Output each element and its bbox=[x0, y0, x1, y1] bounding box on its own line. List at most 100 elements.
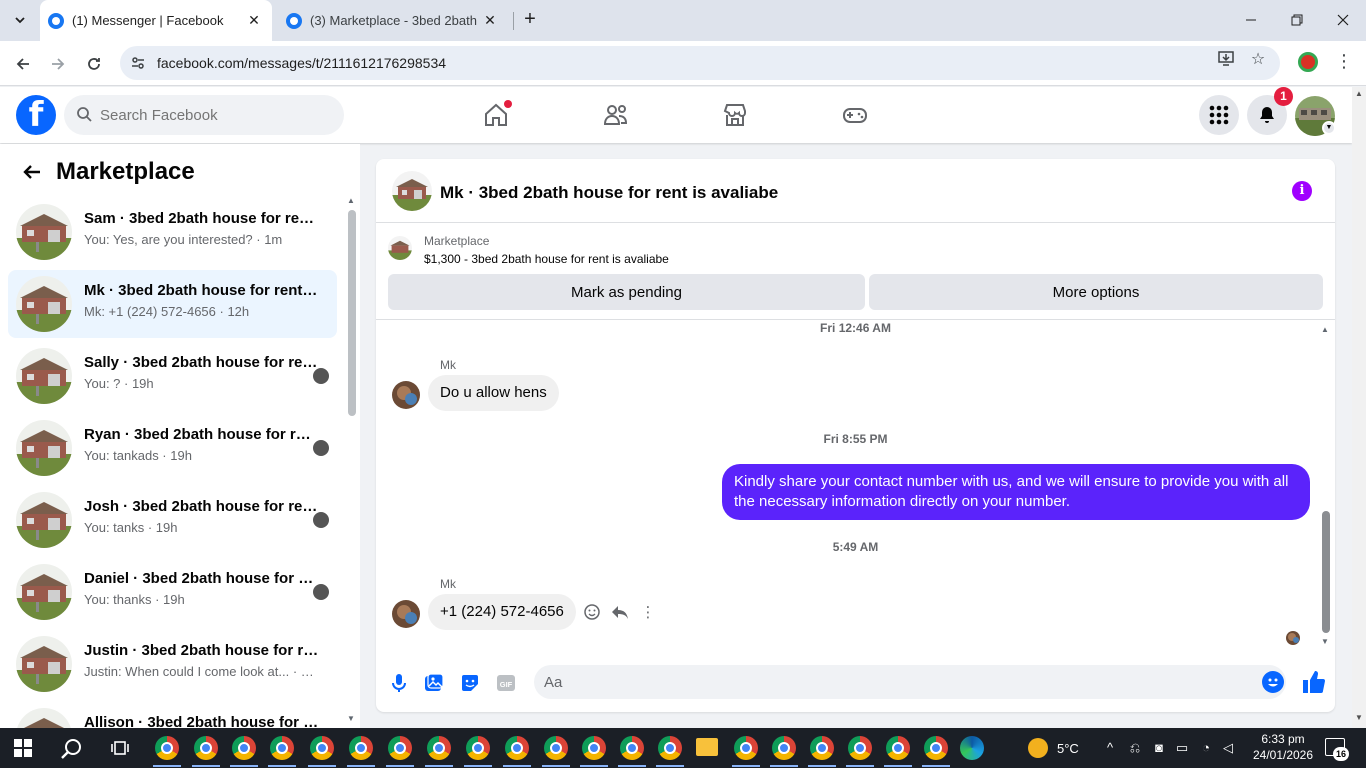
url-bar[interactable]: facebook.com/messages/t/2111612176298534 bbox=[120, 46, 1280, 80]
scrollbar-thumb[interactable] bbox=[1322, 511, 1330, 633]
react-emoji-icon[interactable] bbox=[583, 603, 601, 621]
site-settings-icon[interactable] bbox=[130, 55, 146, 71]
usb-icon[interactable]: ⎌ bbox=[1127, 740, 1143, 756]
chrome-profile-icon[interactable] bbox=[349, 736, 373, 760]
menu-button[interactable] bbox=[1199, 95, 1239, 135]
facebook-logo-icon[interactable]: f bbox=[16, 95, 56, 135]
outgoing-message[interactable]: Kindly share your contact number with us… bbox=[722, 464, 1310, 520]
more-options-button[interactable]: More options bbox=[869, 274, 1323, 310]
bookmark-star-icon[interactable]: ☆ bbox=[1248, 49, 1268, 69]
mark-as-pending-button[interactable]: Mark as pending bbox=[388, 274, 865, 310]
conversation-item[interactable]: Allison · 3bed 2bath house for rent is a… bbox=[8, 702, 337, 728]
task-view-icon[interactable] bbox=[110, 738, 130, 758]
facebook-search[interactable] bbox=[64, 95, 344, 135]
browser-profile-avatar[interactable] bbox=[1298, 52, 1318, 72]
new-tab-button[interactable]: + bbox=[518, 8, 542, 32]
conversation-item[interactable]: Justin · 3bed 2bath house for rent is av… bbox=[8, 630, 337, 698]
marketplace-icon[interactable] bbox=[721, 101, 749, 129]
sidebar-scrollbar[interactable]: ▲ ▼ bbox=[346, 196, 356, 726]
chevron-down-icon[interactable]: ▼ bbox=[1322, 121, 1336, 135]
chrome-profile-icon[interactable] bbox=[886, 736, 910, 760]
chrome-profile-icon[interactable] bbox=[544, 736, 568, 760]
chrome-profile-icon[interactable] bbox=[232, 736, 256, 760]
more-actions-icon[interactable]: ⋮ bbox=[639, 603, 657, 621]
conversation-item[interactable]: Daniel · 3bed 2bath house for rent is av… bbox=[8, 558, 337, 626]
chrome-profile-icon[interactable] bbox=[155, 736, 179, 760]
wifi-icon[interactable]: ◔ bbox=[1198, 740, 1214, 756]
chrome-profile-icon[interactable] bbox=[810, 736, 834, 760]
close-icon[interactable]: ✕ bbox=[480, 11, 500, 31]
search-input[interactable] bbox=[100, 95, 330, 135]
forward-button[interactable] bbox=[43, 49, 73, 79]
incoming-message[interactable]: Do u allow hens bbox=[428, 375, 559, 411]
minimize-button[interactable] bbox=[1228, 4, 1274, 36]
listing-price-title[interactable]: $1,300 - 3bed 2bath house for rent is av… bbox=[424, 252, 669, 266]
camera-icon[interactable]: ◙ bbox=[1151, 740, 1167, 756]
tab-search-button[interactable] bbox=[6, 7, 34, 33]
chrome-profile-icon[interactable] bbox=[427, 736, 451, 760]
reload-button[interactable] bbox=[79, 49, 109, 79]
install-app-icon[interactable] bbox=[1216, 49, 1236, 69]
microphone-icon[interactable] bbox=[388, 672, 410, 694]
photo-icon[interactable] bbox=[423, 672, 445, 694]
browser-tab-messenger[interactable]: (1) Messenger | Facebook ✕ bbox=[40, 0, 272, 41]
notifications-button[interactable]: 1 bbox=[1247, 87, 1293, 135]
browser-menu-icon[interactable]: ⋮ bbox=[1335, 51, 1353, 72]
conversation-item[interactable]: Ryan · 3bed 2bath house for rent is aval… bbox=[8, 414, 337, 482]
info-icon[interactable]: i bbox=[1292, 181, 1312, 201]
gaming-icon[interactable] bbox=[841, 101, 869, 129]
listing-thumbnail bbox=[16, 348, 72, 404]
sender-avatar[interactable] bbox=[392, 600, 420, 628]
file-explorer-icon[interactable] bbox=[696, 738, 718, 756]
browser-tab-marketplace[interactable]: (3) Marketplace - 3bed 2bath h ✕ bbox=[278, 0, 508, 41]
windows-start-icon[interactable] bbox=[14, 739, 32, 757]
battery-icon[interactable]: ▭ bbox=[1174, 740, 1190, 756]
clock-date[interactable]: 24/01/2026 bbox=[1248, 748, 1318, 762]
chrome-profile-icon[interactable] bbox=[658, 736, 682, 760]
chevron-up-icon[interactable]: ^ bbox=[1102, 740, 1118, 756]
conversation-item[interactable]: Mk · 3bed 2bath house for rent is avalia… bbox=[8, 270, 337, 338]
chrome-profile-icon[interactable] bbox=[466, 736, 490, 760]
chrome-profile-icon[interactable] bbox=[194, 736, 218, 760]
page-scrollbar[interactable]: ▲ ▼ bbox=[1352, 87, 1366, 728]
back-button[interactable] bbox=[8, 49, 38, 79]
running-app-indicator bbox=[846, 765, 874, 767]
conversation-item[interactable]: Josh · 3bed 2bath house for rent is aval… bbox=[8, 486, 337, 554]
temperature-text[interactable]: 5°C bbox=[1057, 741, 1079, 756]
chrome-profile-icon[interactable] bbox=[924, 736, 948, 760]
incoming-message[interactable]: +1 (224) 572-4656 bbox=[428, 594, 576, 630]
chrome-profile-icon[interactable] bbox=[505, 736, 529, 760]
close-icon[interactable]: ✕ bbox=[244, 11, 264, 31]
chrome-profile-icon[interactable] bbox=[772, 736, 796, 760]
chat-scrollbar[interactable]: ▲ ▼ bbox=[1320, 325, 1332, 655]
back-button[interactable] bbox=[16, 156, 48, 188]
chrome-profile-icon[interactable] bbox=[848, 736, 872, 760]
chrome-profile-icon[interactable] bbox=[582, 736, 606, 760]
clock-time[interactable]: 6:33 pm bbox=[1253, 732, 1313, 746]
reply-icon[interactable] bbox=[611, 603, 629, 621]
restore-button[interactable] bbox=[1274, 4, 1320, 36]
chrome-profile-icon[interactable] bbox=[388, 736, 412, 760]
chrome-profile-icon[interactable] bbox=[310, 736, 334, 760]
thumbs-up-icon[interactable] bbox=[1300, 669, 1326, 695]
close-window-button[interactable] bbox=[1320, 4, 1366, 36]
sticker-icon[interactable] bbox=[459, 672, 481, 694]
listing-thumbnail-small[interactable] bbox=[388, 236, 412, 260]
conversation-item[interactable]: Sam · 3bed 2bath house for rent is avali… bbox=[8, 198, 337, 266]
gif-icon[interactable]: GIF bbox=[495, 672, 517, 694]
friends-icon[interactable] bbox=[602, 101, 630, 129]
search-icon[interactable] bbox=[60, 737, 84, 761]
message-input[interactable] bbox=[534, 665, 1286, 699]
chrome-profile-icon[interactable] bbox=[734, 736, 758, 760]
volume-icon[interactable]: ◁ bbox=[1220, 740, 1236, 756]
listing-thumbnail[interactable] bbox=[392, 171, 432, 211]
message-input-box[interactable] bbox=[534, 665, 1286, 699]
scrollbar-thumb[interactable] bbox=[348, 210, 356, 416]
emoji-icon[interactable] bbox=[1262, 671, 1284, 693]
edge-browser-icon[interactable] bbox=[960, 736, 984, 760]
chrome-profile-icon[interactable] bbox=[620, 736, 644, 760]
weather-icon[interactable] bbox=[1028, 738, 1048, 758]
conversation-item[interactable]: Sally · 3bed 2bath house for rent is ava… bbox=[8, 342, 337, 410]
chrome-profile-icon[interactable] bbox=[270, 736, 294, 760]
sender-avatar[interactable] bbox=[392, 381, 420, 409]
